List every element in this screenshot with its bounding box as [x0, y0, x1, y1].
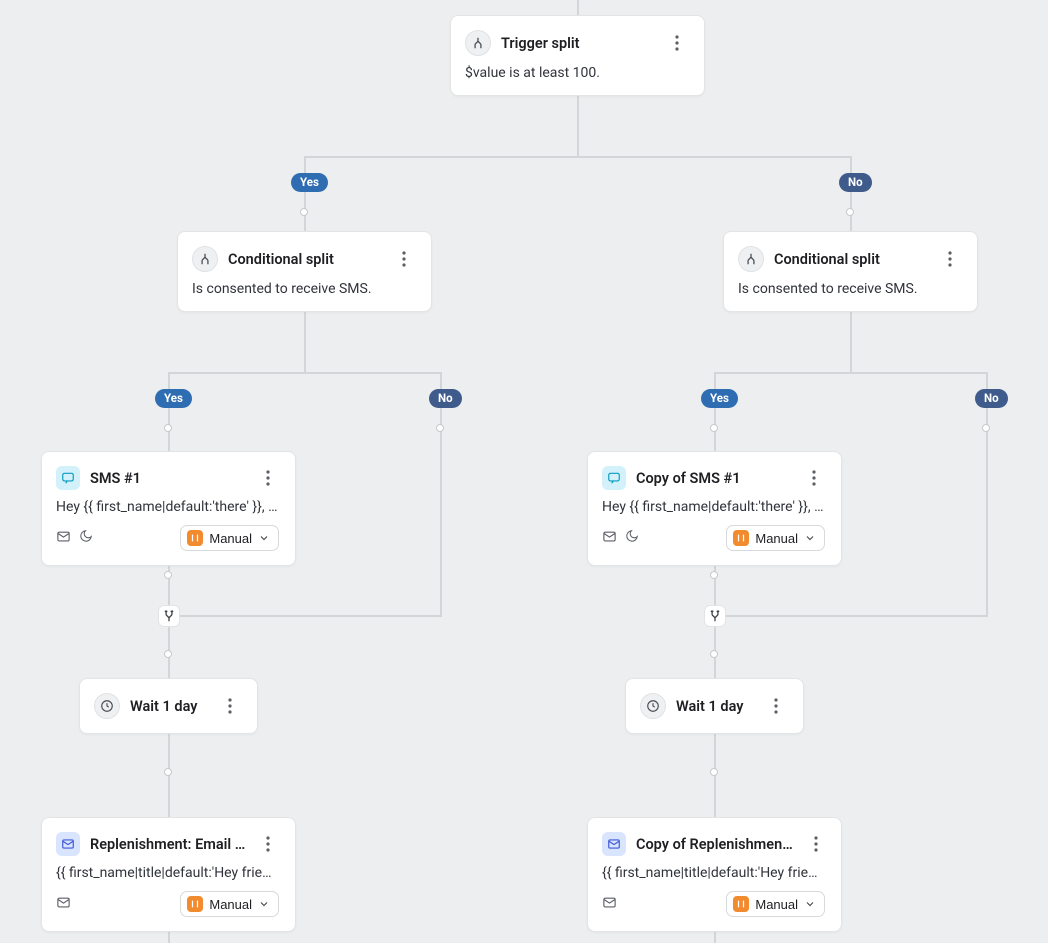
connector-line: [986, 372, 988, 616]
card-menu-button[interactable]: [765, 695, 787, 717]
connector-line: [168, 372, 442, 374]
connector-dot: [164, 768, 172, 776]
card-menu-button[interactable]: [803, 467, 825, 489]
clock-icon: [94, 693, 120, 719]
chevron-down-icon: [804, 532, 816, 544]
connector-dot: [846, 208, 854, 216]
connector-line: [304, 156, 306, 231]
send-mode-label: Manual: [209, 531, 252, 546]
card-description: Is consented to receive SMS.: [192, 281, 415, 297]
chevron-down-icon: [258, 532, 270, 544]
connector-line: [168, 615, 442, 617]
card-menu-button[interactable]: [666, 32, 688, 54]
card-title: Wait 1 day: [676, 698, 755, 715]
manual-status-icon: [187, 896, 203, 912]
send-mode-label: Manual: [209, 897, 252, 912]
branch-pill-yes: Yes: [701, 389, 738, 408]
card-title: Conditional split: [774, 251, 929, 268]
branch-pill-no: No: [975, 389, 1008, 408]
branch-pill-yes: Yes: [291, 173, 328, 192]
send-mode-label: Manual: [755, 531, 798, 546]
card-description: $value is at least 100.: [465, 65, 688, 81]
conditional-split-card[interactable]: Conditional split Is consented to receiv…: [177, 231, 432, 312]
connector-line: [577, 0, 579, 15]
connector-dot: [164, 650, 172, 658]
card-menu-button[interactable]: [939, 248, 961, 270]
quiet-hours-icon: [79, 529, 93, 547]
card-title: Wait 1 day: [130, 698, 209, 715]
chevron-down-icon: [804, 898, 816, 910]
connector-line: [714, 372, 716, 451]
card-title: Trigger split: [501, 35, 656, 52]
connector-dot: [710, 768, 718, 776]
card-menu-button[interactable]: [258, 833, 279, 855]
card-title: Copy of SMS #1: [636, 470, 793, 487]
connector-dot: [164, 571, 172, 579]
send-mode-dropdown[interactable]: Manual: [180, 525, 279, 551]
card-title: Copy of Replenishment: Em…: [636, 836, 796, 853]
send-mode-label: Manual: [755, 897, 798, 912]
manual-status-icon: [733, 530, 749, 546]
card-description: {{ first_name|title|default:'Hey friend'…: [56, 865, 279, 881]
wait-card[interactable]: Wait 1 day: [79, 678, 258, 734]
card-description: Is consented to receive SMS.: [738, 281, 961, 297]
card-title: Replenishment: Email #1: [90, 836, 248, 853]
smart-send-icon: [56, 529, 71, 548]
branch-pill-no: No: [839, 173, 872, 192]
manual-status-icon: [187, 530, 203, 546]
connector-dot: [436, 424, 444, 432]
merge-icon: [158, 605, 180, 627]
connector-line: [850, 156, 852, 231]
smart-send-icon: [602, 895, 617, 914]
split-icon: [465, 30, 491, 56]
connector-line: [714, 372, 988, 374]
email-card[interactable]: Copy of Replenishment: Em… {{ first_name…: [587, 817, 842, 932]
branch-pill-no: No: [429, 389, 462, 408]
connector-line: [714, 615, 988, 617]
connector-dot: [982, 424, 990, 432]
smart-send-icon: [602, 529, 617, 548]
card-description: Hey {{ first_name|default:'there' }}, it…: [602, 499, 825, 515]
sms-card[interactable]: SMS #1 Hey {{ first_name|default:'there'…: [41, 451, 296, 566]
card-menu-button[interactable]: [806, 833, 825, 855]
smart-send-icon: [56, 895, 71, 914]
quiet-hours-icon: [625, 529, 639, 547]
connector-dot: [164, 424, 172, 432]
merge-icon: [704, 605, 726, 627]
send-mode-dropdown[interactable]: Manual: [726, 891, 825, 917]
connector-line: [168, 372, 170, 451]
connector-dot: [710, 424, 718, 432]
card-menu-button[interactable]: [257, 467, 279, 489]
connector-line: [440, 372, 442, 616]
card-title: SMS #1: [90, 470, 247, 487]
sms-card[interactable]: Copy of SMS #1 Hey {{ first_name|default…: [587, 451, 842, 566]
chevron-down-icon: [258, 898, 270, 910]
wait-card[interactable]: Wait 1 day: [625, 678, 804, 734]
connector-dot: [300, 208, 308, 216]
card-menu-button[interactable]: [393, 248, 415, 270]
connector-dot: [710, 650, 718, 658]
card-description: Hey {{ first_name|default:'there' }}, it…: [56, 499, 279, 515]
send-mode-dropdown[interactable]: Manual: [180, 891, 279, 917]
manual-status-icon: [733, 896, 749, 912]
conditional-split-card[interactable]: Conditional split Is consented to receiv…: [723, 231, 978, 312]
sms-icon: [602, 466, 626, 490]
connector-dot: [710, 571, 718, 579]
clock-icon: [640, 693, 666, 719]
card-title: Conditional split: [228, 251, 383, 268]
split-icon: [192, 246, 218, 272]
sms-icon: [56, 466, 80, 490]
split-icon: [738, 246, 764, 272]
branch-pill-yes: Yes: [155, 389, 192, 408]
email-icon: [56, 832, 80, 856]
connector-line: [304, 156, 851, 158]
trigger-split-card[interactable]: Trigger split $value is at least 100.: [450, 15, 705, 96]
email-icon: [602, 832, 626, 856]
send-mode-dropdown[interactable]: Manual: [726, 525, 825, 551]
card-description: {{ first_name|title|default:'Hey friend'…: [602, 865, 825, 881]
email-card[interactable]: Replenishment: Email #1 {{ first_name|ti…: [41, 817, 296, 932]
card-menu-button[interactable]: [219, 695, 241, 717]
